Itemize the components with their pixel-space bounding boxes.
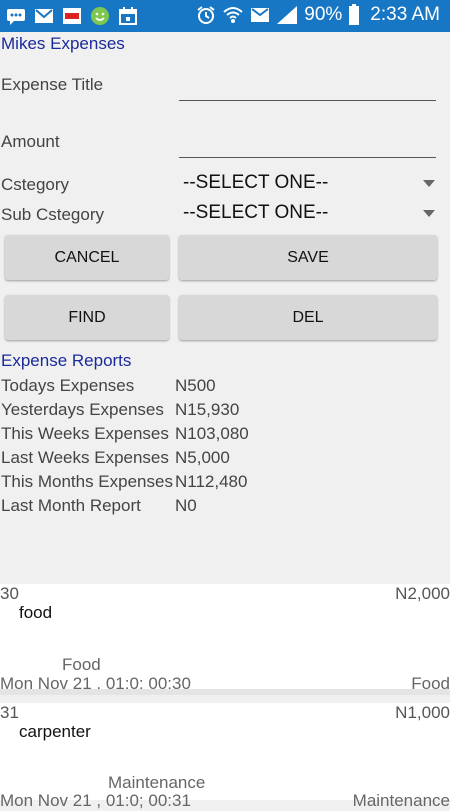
report-value: N103,080 [175,424,249,443]
sub-category-select-value: --SELECT ONE-- [183,202,329,223]
system-icons: 90% 2:33 AM [196,4,440,26]
category-label: Cstegory [1,175,70,194]
report-row-last-week: Last Weeks Expenses N5,000 [1,448,450,472]
list-item-background [0,703,450,800]
category-select[interactable]: --SELECT ONE-- [183,172,441,194]
report-row-last-month: Last Month Report N0 [1,496,450,520]
report-value: N5,000 [175,448,230,467]
amount-input[interactable] [179,157,436,158]
alarm-icon [196,5,216,25]
find-button[interactable]: FIND [5,295,169,340]
report-label: Last Weeks Expenses [1,448,169,467]
expense-date: Mon Nov 21 , 01:0; 00:31 [0,791,191,810]
notification-icons [6,6,138,26]
expense-category: Food [62,655,101,674]
report-value: N15,930 [175,400,240,419]
gmail-icon [34,6,54,26]
report-label: Todays Expenses [1,376,135,395]
expense-title-label: Expense Title [1,75,104,94]
app-title: Mikes Expenses [1,34,125,53]
list-divider [0,689,450,695]
save-button[interactable]: SAVE [179,235,437,280]
expense-title: carpenter [19,722,91,741]
clock: 2:33 AM [370,4,440,25]
chevron-down-icon [423,180,435,187]
report-row-today: Todays Expenses N500 [1,376,450,400]
category-select-value: --SELECT ONE-- [183,172,329,193]
expense-amount: N2,000 [395,584,450,603]
signal-icon [276,5,298,25]
report-value: N112,480 [175,472,248,491]
message-icon [250,5,270,25]
list-item[interactable]: 30 N2,000 food Food Mon Nov 21 , 01:0; 0… [0,584,450,693]
report-row-this-week: This Weeks Expenses N103,080 [1,424,450,448]
report-row-this-month: This Months Expenses N112,480 [1,472,450,496]
battery-percent: 90% [304,4,343,25]
app-icon [62,6,82,26]
expense-amount: N1,000 [395,703,450,722]
report-label: Last Month Report [1,496,141,515]
chevron-down-icon [423,210,435,217]
expense-day: 31 [0,703,19,722]
expense-title: food [19,603,53,622]
delete-button[interactable]: DEL [179,295,437,340]
calendar-icon [118,6,138,26]
cancel-button[interactable]: CANCEL [5,235,169,280]
expense-category-right: Maintenance [352,791,450,810]
amount-label: Amount [1,132,60,151]
report-label: This Weeks Expenses [1,424,169,443]
status-bar: 90% 2:33 AM [0,0,450,32]
sub-category-select[interactable]: --SELECT ONE-- [183,202,441,224]
wifi-icon [222,5,244,25]
report-label: This Months Expenses [1,472,173,491]
report-label: Yesterdays Expenses [1,400,164,419]
expense-title-input[interactable] [179,100,436,101]
expense-day: 30 [0,584,19,603]
report-row-yesterday: Yesterdays Expenses N15,930 [1,400,450,424]
sub-category-label: Sub Cstegory [1,205,104,224]
reports-title: Expense Reports [1,351,132,370]
smiley-icon [90,6,110,26]
report-value: N500 [175,376,216,395]
expense-category: Maintenance [108,773,206,792]
battery-icon [348,4,360,26]
list-item[interactable]: 31 N1,000 carpenter Maintenance Mon Nov … [0,703,450,810]
chat-icon [6,6,26,26]
report-value: N0 [175,496,197,515]
